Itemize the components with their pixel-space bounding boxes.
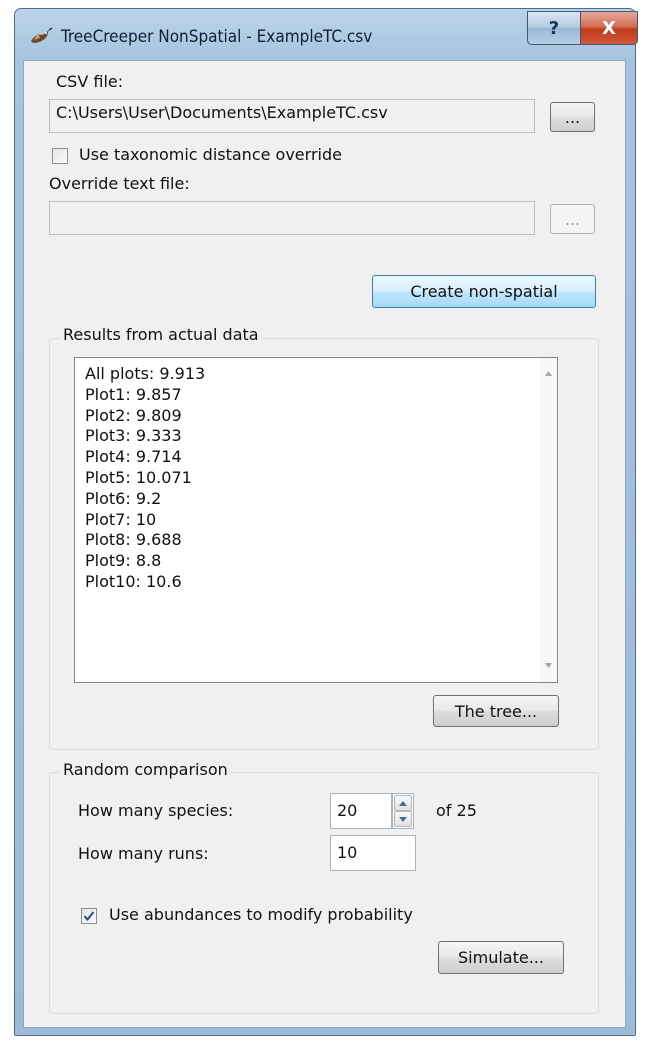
list-item[interactable]: Plot5: 10.071 bbox=[85, 468, 205, 489]
simulate-button[interactable]: Simulate... bbox=[438, 941, 564, 974]
check-mark-icon bbox=[83, 911, 95, 922]
list-item[interactable]: Plot6: 9.2 bbox=[85, 489, 205, 510]
runs-count-label: How many runs: bbox=[78, 844, 209, 863]
results-group-title: Results from actual data bbox=[60, 325, 262, 344]
override-browse-button[interactable]: ... bbox=[550, 204, 595, 234]
species-total-label: of 25 bbox=[436, 801, 477, 820]
random-comparison-title: Random comparison bbox=[60, 760, 231, 779]
csv-browse-button[interactable]: ... bbox=[550, 102, 595, 132]
use-abundances-checkbox[interactable] bbox=[81, 908, 97, 924]
list-item[interactable]: Plot1: 9.857 bbox=[85, 385, 205, 406]
window-title: TreeCreeper NonSpatial - ExampleTC.csv bbox=[61, 27, 373, 47]
list-item[interactable]: Plot8: 9.688 bbox=[85, 530, 205, 551]
create-non-spatial-button[interactable]: Create non-spatial bbox=[372, 275, 596, 308]
treecreeper-bird-icon bbox=[29, 25, 53, 47]
scrollbar-arrows bbox=[545, 371, 552, 668]
use-abundances-label: Use abundances to modify probability bbox=[109, 905, 413, 924]
results-scrollbar[interactable] bbox=[540, 358, 557, 682]
dialog-client-area: CSV file: C:\Users\User\Documents\Exampl… bbox=[23, 60, 626, 1028]
csv-file-label: CSV file: bbox=[56, 72, 124, 91]
species-count-spinner[interactable] bbox=[392, 793, 414, 829]
spin-down-icon[interactable] bbox=[394, 811, 412, 827]
results-list-items: All plots: 9.913 Plot1: 9.857 Plot2: 9.809… bbox=[85, 364, 205, 593]
list-item[interactable]: All plots: 9.913 bbox=[85, 364, 205, 385]
list-item[interactable]: Plot10: 10.6 bbox=[85, 572, 205, 593]
close-button[interactable]: X bbox=[580, 11, 638, 45]
spin-up-icon[interactable] bbox=[394, 795, 412, 811]
list-item[interactable]: Plot2: 9.809 bbox=[85, 406, 205, 427]
the-tree-button[interactable]: The tree... bbox=[433, 695, 559, 727]
csv-file-path-field[interactable]: C:\Users\User\Documents\ExampleTC.csv bbox=[49, 99, 535, 133]
species-count-input[interactable]: 20 bbox=[330, 793, 392, 829]
results-list[interactable]: All plots: 9.913 Plot1: 9.857 Plot2: 9.809… bbox=[74, 357, 558, 683]
override-file-label: Override text file: bbox=[49, 174, 190, 193]
list-item[interactable]: Plot9: 8.8 bbox=[85, 551, 205, 572]
taxonomic-override-checkbox[interactable] bbox=[52, 148, 68, 164]
list-item[interactable]: Plot7: 10 bbox=[85, 510, 205, 531]
list-item[interactable]: Plot3: 9.333 bbox=[85, 426, 205, 447]
help-button[interactable]: ? bbox=[527, 11, 581, 45]
app-window: TreeCreeper NonSpatial - ExampleTC.csv ?… bbox=[14, 8, 638, 1036]
list-item[interactable]: Plot4: 9.714 bbox=[85, 447, 205, 468]
override-file-path-field[interactable] bbox=[49, 201, 535, 235]
runs-count-input[interactable]: 10 bbox=[330, 835, 416, 871]
title-bar[interactable]: TreeCreeper NonSpatial - ExampleTC.csv ?… bbox=[15, 9, 638, 61]
taxonomic-override-label: Use taxonomic distance override bbox=[79, 145, 342, 164]
species-count-label: How many species: bbox=[78, 801, 234, 820]
